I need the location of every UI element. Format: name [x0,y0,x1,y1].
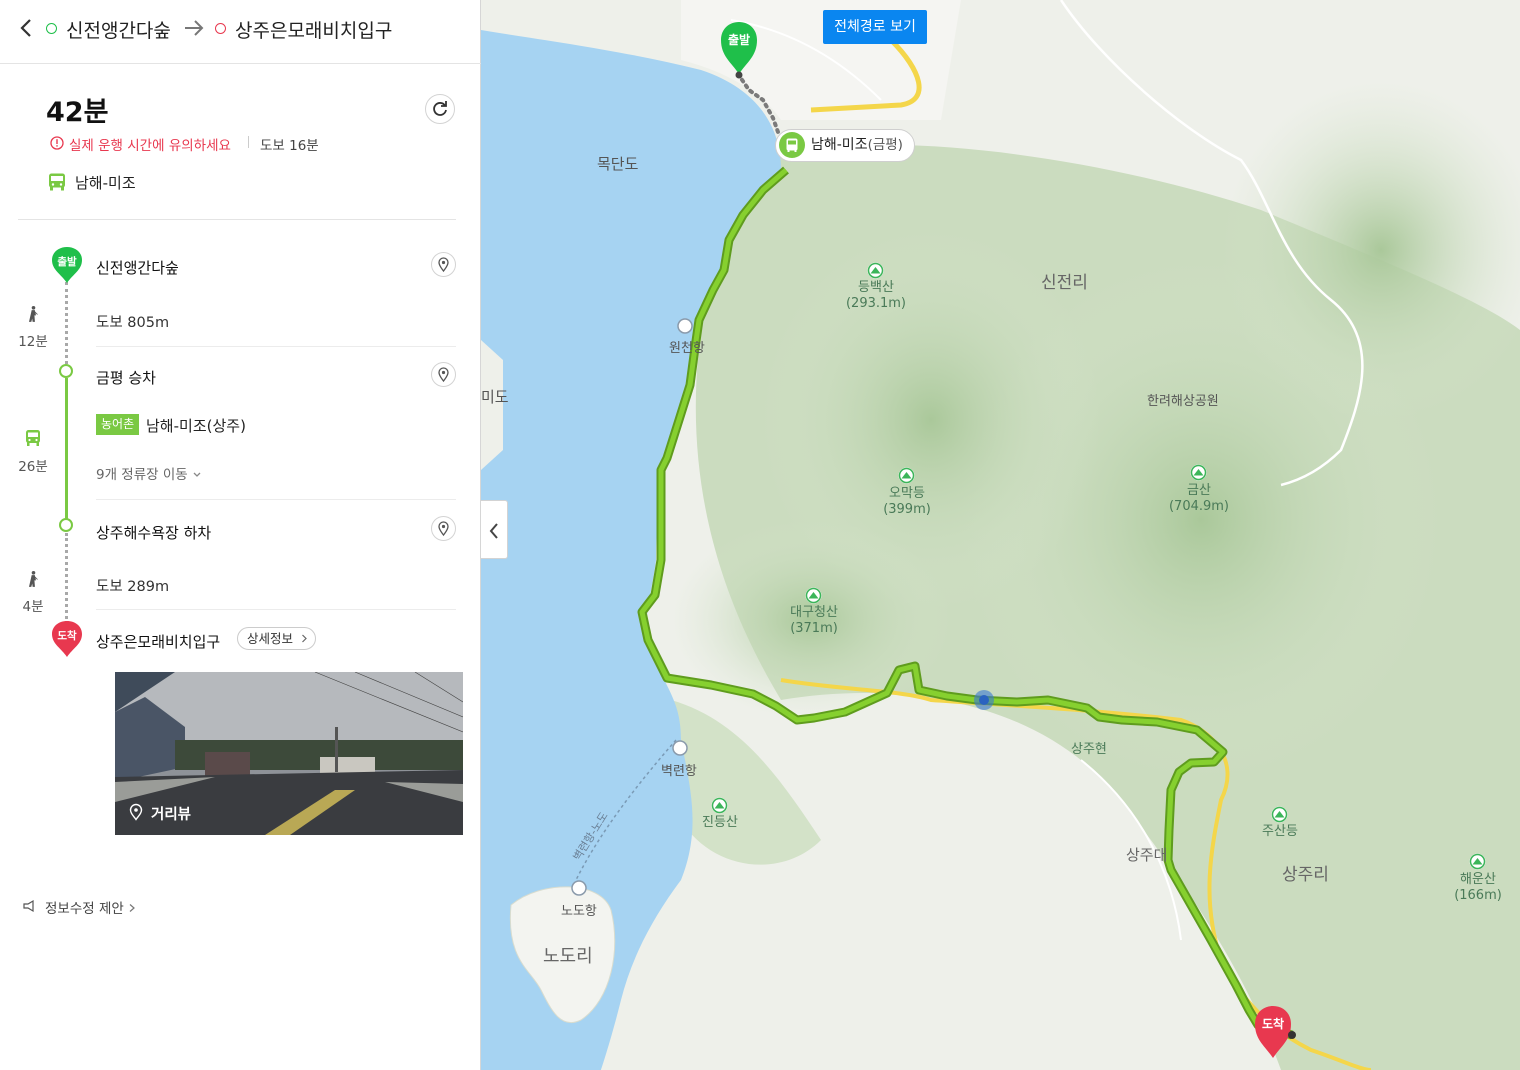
board-title: 금평 승차 [96,369,156,387]
suggest-edit-label: 정보수정 제안 [45,901,124,917]
collapse-panel-button[interactable] [481,500,508,559]
mountain-label: 금산 (704.9m) [1168,483,1230,514]
chevron-left-icon [489,523,498,539]
step-separator [96,499,456,500]
bus-time: 26분 [18,459,48,475]
mountain-icon [898,467,915,484]
place-label: 원천항 [669,341,705,356]
end-marker-label: 도착 [57,630,77,642]
bus-route-name[interactable]: 남해-미조(상주) [146,415,246,436]
bus-timeline [65,378,68,519]
location-pin-icon [438,257,449,273]
mountain-label: 해운산 (166m) [1454,872,1502,903]
location-pin-button[interactable] [431,252,456,277]
place-label: 상주리 [1282,865,1329,885]
stops-toggle[interactable]: 9개 정류장 이동 [96,463,202,483]
walk-time: 12분 [18,334,48,350]
location-pin-icon [438,521,449,537]
walk-distance: 도보 289m [96,579,170,595]
alight-stop-circle [59,518,73,532]
end-pin-label: 도착 [1261,1017,1285,1031]
mountain-label: 오막등 (399m) [883,486,931,517]
place-label: 한려해상공원 [1147,394,1219,409]
refresh-button[interactable] [425,94,455,124]
bus-type-badge: 농어촌 [96,414,140,435]
megaphone-icon [23,899,34,913]
location-pin-icon [129,803,143,821]
walk-timeline [65,533,68,619]
alight-stop-dot [979,695,989,705]
map-view[interactable]: 출발 도착 등백산 (293.1m) 오막등 (399m) 금산 (704.9m) 대… [481,0,1520,1070]
street-view-label: 거리뷰 [151,807,192,823]
stops-count: 9개 정류장 이동 [96,467,188,483]
end-title: 상주은모래비치입구 [96,633,221,651]
bus-stop-detail: (금평) [867,137,903,153]
bus-icon [26,430,40,446]
mountain-icon [1271,806,1288,823]
destination-name[interactable]: 상주은모래비치입구 [235,16,392,43]
mountain-icon [805,587,822,604]
schedule-warning: 실제 운행 시간에 유의하세요 [69,138,231,154]
walk-total-time: 도보 16분 [260,138,319,154]
place-label: 벽련항 [661,764,697,779]
mountain-label: 주산등 [1262,824,1298,839]
origin-dot-icon [46,23,57,34]
bus-icon [49,173,65,191]
place-label: 노도항 [561,904,597,919]
board-stop-circle [59,364,73,378]
step-separator [96,346,456,347]
bus-stop-name: 남해-미조 [811,137,868,153]
mountain-label: 대구청산 (371m) [790,605,838,636]
detail-info-button[interactable]: 상세정보 [237,627,317,650]
bus-icon [779,132,805,158]
walk-time: 4분 [22,599,44,615]
port-icon [571,880,587,896]
place-label: 미도 [481,388,509,406]
back-arrow-icon[interactable] [16,15,38,41]
step-separator [96,609,456,610]
destination-dot-icon [215,23,226,34]
origin-name[interactable]: 신전앵간다숲 [66,16,171,43]
mountain-icon [1469,853,1486,870]
mountain-label: 진등산 [702,815,738,830]
mountain-icon [711,797,728,814]
detail-info-label: 상세정보 [247,631,294,646]
refresh-icon [433,101,447,116]
divider [18,219,456,220]
port-icon [672,740,688,756]
walk-icon [28,306,38,322]
start-pin-label: 출발 [727,33,751,47]
chevron-down-icon [193,472,201,477]
start-title: 신전앵간다숲 [96,259,179,277]
place-label: 신전리 [1041,273,1088,293]
place-label: 상주대 [1126,846,1168,864]
mountain-icon [867,262,884,279]
walk-distance: 도보 805m [96,315,170,331]
place-label: 상주현 [1071,742,1107,757]
route-name: 남해-미조 [75,174,136,192]
warning-icon [50,136,64,150]
total-time: 42분 [46,97,109,128]
chevron-right-icon [129,904,136,912]
location-pin-button[interactable] [431,362,456,387]
full-route-button[interactable]: 전체경로 보기 [823,10,927,44]
suggest-edit-link[interactable]: 정보수정 제안 [45,897,136,917]
port-icon [677,318,693,334]
walk-timeline [65,282,68,370]
route-detail-panel: 신전앵간다숲 상주은모래비치입구 42분 실제 운행 시간에 유의하세요 도보 … [0,0,481,1070]
mountain-icon [1190,464,1207,481]
place-label: 노도리 [543,946,593,967]
arrow-right-icon [185,20,204,36]
start-marker-label: 출발 [57,256,77,268]
alight-title: 상주해수욕장 하차 [96,524,212,542]
route-header: 신전앵간다숲 상주은모래비치입구 [0,0,481,64]
place-label: 목단도 [597,155,639,173]
mountain-label: 등백산 (293.1m) [845,280,907,311]
location-pin-button[interactable] [431,516,456,541]
bus-stop-callout[interactable]: 남해-미조(금평) [775,129,915,162]
chevron-right-icon [302,634,307,643]
separator [248,136,249,148]
walk-icon [28,571,38,587]
location-pin-icon [438,367,449,383]
